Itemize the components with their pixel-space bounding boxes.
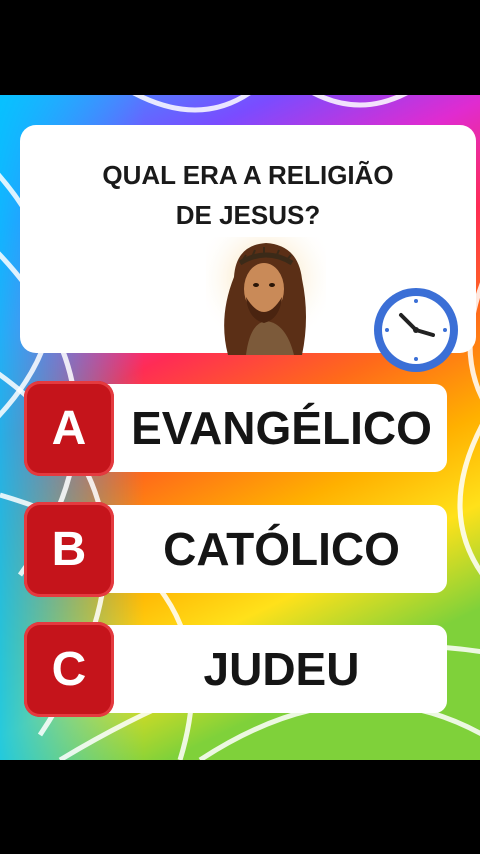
letter-label: A bbox=[51, 402, 87, 455]
quiz-stage: QUAL ERA A RELIGIÃO DE JESUS? EVANGÉLICO… bbox=[0, 95, 480, 760]
question-line-1: QUAL ERA A RELIGIÃO bbox=[102, 160, 394, 190]
question-text: QUAL ERA A RELIGIÃO DE JESUS? bbox=[20, 155, 476, 235]
option-a[interactable]: EVANGÉLICO A bbox=[22, 381, 448, 476]
option-b[interactable]: CATÓLICO B bbox=[22, 502, 448, 597]
jesus-portrait-image bbox=[206, 237, 326, 355]
question-line-2: DE JESUS? bbox=[175, 200, 321, 230]
letter-label: B bbox=[51, 523, 87, 576]
answer-text: JUDEU bbox=[203, 643, 360, 695]
letter-label: C bbox=[51, 643, 87, 696]
answer-text: CATÓLICO bbox=[163, 523, 400, 575]
letter-badge: C bbox=[24, 622, 114, 717]
clock-icon bbox=[374, 288, 458, 372]
question-card: QUAL ERA A RELIGIÃO DE JESUS? bbox=[20, 125, 476, 372]
letter-badge: B bbox=[24, 502, 114, 597]
option-c[interactable]: JUDEU C bbox=[22, 622, 448, 717]
answer-text: EVANGÉLICO bbox=[131, 402, 432, 454]
letter-badge: A bbox=[24, 381, 114, 476]
